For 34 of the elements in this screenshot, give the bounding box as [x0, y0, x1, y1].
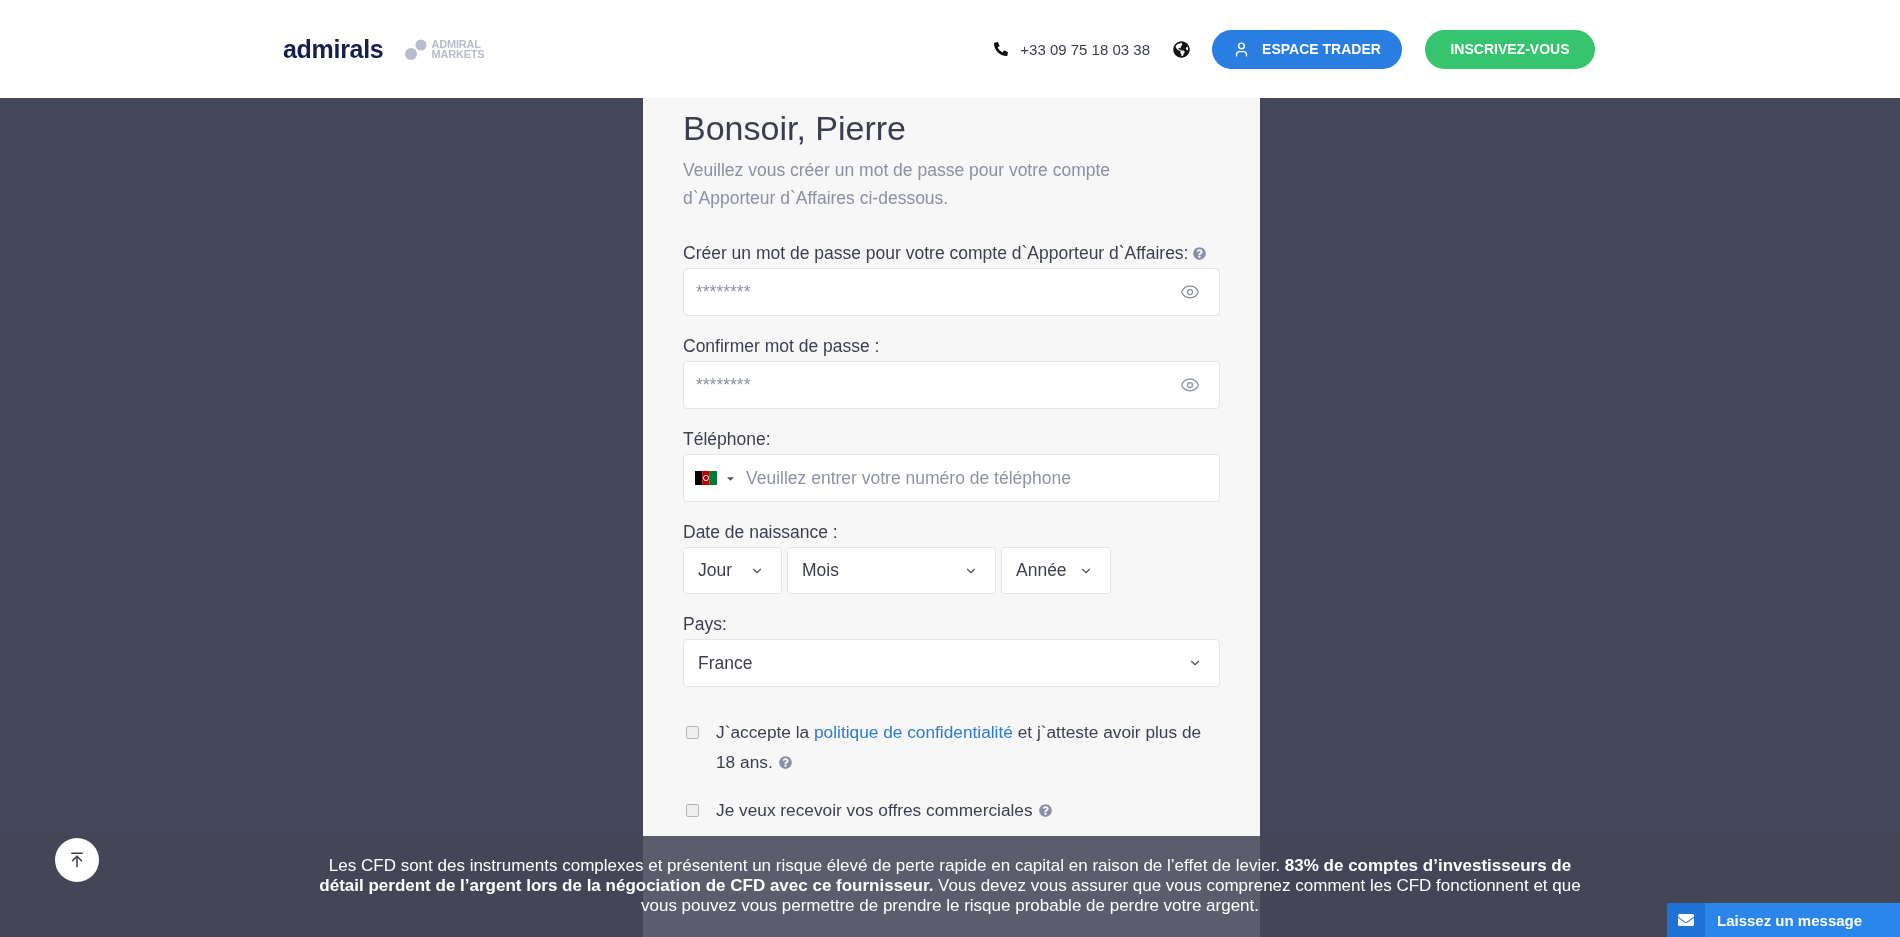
privacy-policy-link[interactable]: politique de confidentialité: [814, 722, 1013, 742]
phone-field[interactable]: Veuillez entrer votre numéro de téléphone: [683, 454, 1220, 502]
trader-area-button[interactable]: ESPACE TRADER: [1212, 29, 1402, 69]
date-select[interactable]: Mois: [787, 547, 996, 594]
field-label: Pays:: [683, 613, 727, 635]
field-label: Date de naissance :: [683, 521, 838, 543]
help-icon[interactable]: [1193, 246, 1207, 260]
checkbox[interactable]: [686, 726, 699, 739]
checkbox[interactable]: [686, 804, 699, 817]
consent-text: Je veux recevoir vos offres commerciales: [716, 795, 1052, 825]
field-label: Téléphone:: [683, 428, 771, 450]
logo-dots-icon: [405, 38, 428, 60]
flag-icon: [695, 471, 717, 485]
field-label: Confirmer mot de passe :: [683, 335, 880, 357]
greeting-title: Bonsoir, Pierre: [683, 108, 907, 148]
partner-logo: ADMIRAL MARKETS: [431, 39, 486, 59]
password-field[interactable]: ********: [683, 268, 1220, 316]
password-field[interactable]: ********: [683, 361, 1220, 409]
risk-warning-text: Les CFD sont des instruments complexes et présentent un risque élevé de perte rapide en capital en raison de l’effet de levier. 83% de comptes d’investisseurs de détail perdent de l’argent lors de la négociation de CFD avec ce fournisseur. Vous devez vous assurer que vous comprenez comment les CFD fonctionnent et que vous pouvez vous permettre de prendre le risque probable de perdre votre argent.: [319, 856, 1581, 917]
globe-icon[interactable]: [1173, 40, 1190, 58]
phone-icon: [994, 42, 1009, 56]
intro-text: Veuillez vous créer un mot de passe pour votre compte d`Apporteur d`Affaires ci-dessous.: [683, 159, 1112, 210]
consent-text: J`accepte la politique de confidentialité et j`atteste avoir plus de 18 ans.: [716, 721, 1203, 774]
field-label: Créer un mot de passe pour votre compte d`Apporteur d`Affaires:: [683, 242, 1189, 264]
help-icon[interactable]: [1038, 804, 1052, 817]
brand-logo[interactable]: admirals: [283, 36, 384, 62]
arrow-up-to-line-icon: [68, 851, 86, 869]
date-select[interactable]: Année: [1001, 547, 1111, 594]
phone-number[interactable]: +33 09 75 18 03 38: [1020, 40, 1150, 58]
select-field[interactable]: France: [683, 639, 1220, 687]
help-icon[interactable]: [778, 756, 792, 769]
date-select[interactable]: Jour: [683, 547, 782, 594]
message-button[interactable]: Laissez un message: [1667, 903, 1900, 937]
envelope-icon: [1667, 903, 1705, 937]
